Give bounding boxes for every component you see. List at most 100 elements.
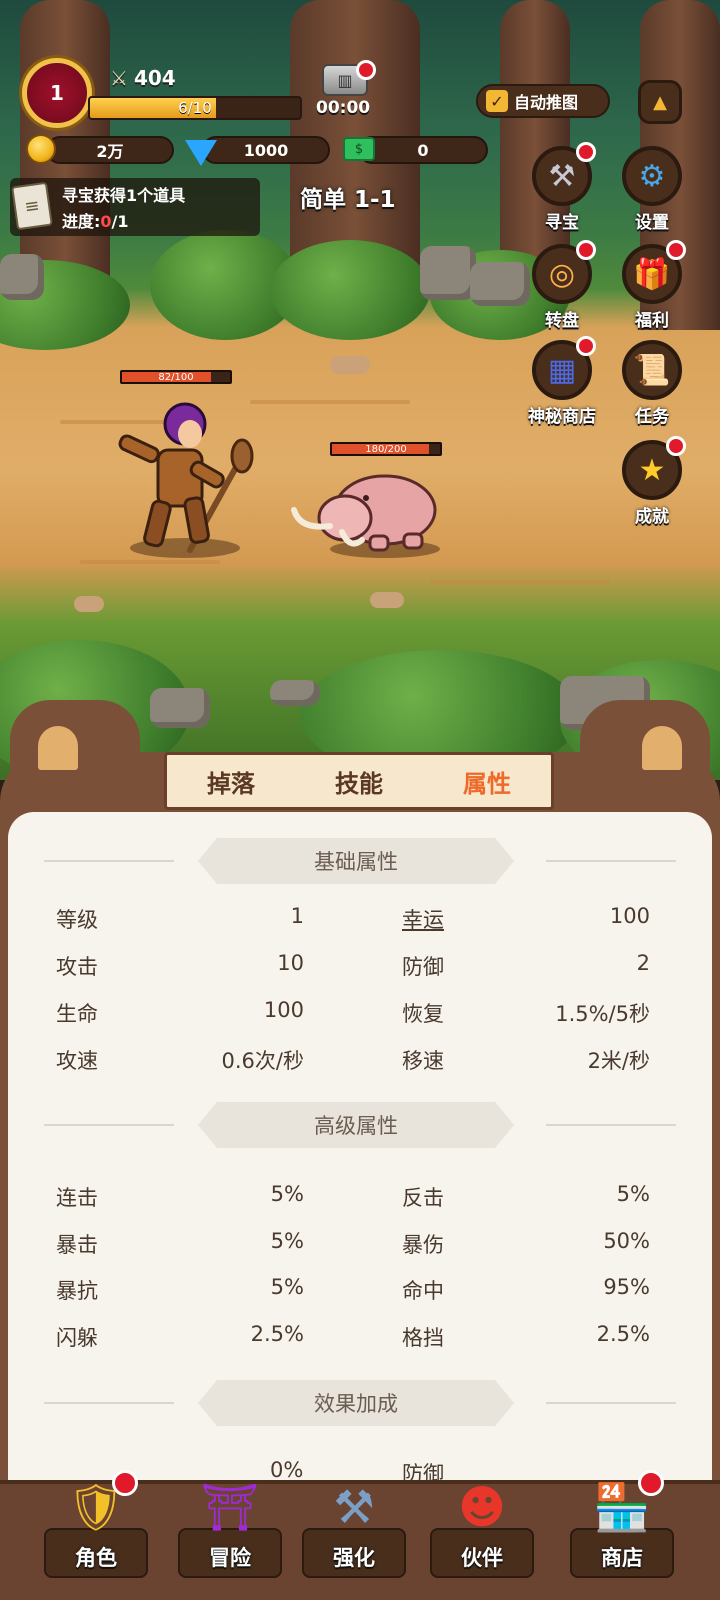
quest-progress-current: 0	[100, 212, 112, 231]
side-button-label: 神秘商店	[528, 407, 596, 427]
stat-name: 生命	[56, 1002, 98, 1026]
section-header-bonus: 效果加成	[8, 1380, 712, 1426]
side-button-settings[interactable]: ⚙ 设置	[614, 146, 690, 233]
notification-dot	[576, 336, 596, 356]
gold-counter: 2万	[46, 136, 174, 164]
checkbox-checked-icon: ✓	[486, 90, 508, 112]
notification-dot	[576, 142, 596, 162]
stat-value: 2米/秒	[587, 1049, 650, 1073]
tab-skills[interactable]: 技能	[295, 764, 423, 799]
path-crack	[250, 400, 410, 404]
auto-push-toggle[interactable]: ✓ 自动推图	[476, 84, 610, 118]
combat-power-value: 404	[133, 66, 176, 90]
rock	[420, 246, 476, 300]
path-crack	[430, 580, 610, 584]
hero-hp-bar: 82/100	[120, 370, 232, 384]
stat-value: 5%	[270, 1275, 304, 1299]
tab-attributes[interactable]: 属性	[423, 764, 551, 799]
triangle-up-icon: ▲	[653, 91, 667, 113]
stat-value: 50%	[603, 1229, 650, 1253]
stat-value: 1	[290, 904, 304, 928]
stat-value: 2	[636, 951, 650, 975]
side-button-tasks[interactable]: 📜 任务	[614, 340, 690, 427]
path-crack	[80, 560, 220, 564]
side-button-label: 任务	[635, 407, 669, 427]
notification-dot	[666, 240, 686, 260]
nav-label: 角色	[75, 1546, 117, 1570]
chest-icon: ▥	[337, 70, 353, 90]
cash-counter: 0	[358, 136, 488, 164]
stat-name: 暴抗	[56, 1279, 98, 1303]
stat-value: 100	[263, 998, 304, 1022]
stat-name: 恢复	[402, 1002, 444, 1026]
nav-adventure[interactable]: ⛩ 冒险	[178, 1474, 282, 1586]
stat-name: 闪躲	[56, 1326, 98, 1350]
stat-value: 100	[609, 904, 650, 928]
player-level: 1	[50, 81, 64, 105]
nav-companion[interactable]: ☻ 伙伴	[430, 1474, 534, 1586]
stat-value: 5%	[270, 1182, 304, 1206]
path-stone	[74, 596, 104, 612]
collapse-menu-button[interactable]: ▲	[638, 80, 682, 124]
attributes-panel[interactable]: 基础属性 等级 1 幸运 100 攻击 10 防御 2 生命 100 恢复 1.…	[8, 812, 712, 1512]
tab-drops[interactable]: 掉落	[167, 764, 295, 799]
side-button-label: 寻宝	[545, 213, 579, 233]
side-button-achievements[interactable]: ★ 成就	[614, 436, 690, 527]
player-level-badge[interactable]: 1	[22, 58, 92, 128]
diamond-counter: 1000	[202, 136, 330, 164]
side-button-label: 福利	[635, 311, 669, 331]
section-title: 高级属性	[198, 1102, 514, 1148]
nav-character[interactable]: 🛡 角色	[44, 1470, 148, 1586]
stat-name: 攻击	[56, 955, 98, 979]
quest-progress: 进度:0/1	[62, 208, 129, 232]
quest-progress-label: 进度:	[62, 212, 101, 231]
gold-value: 2万	[96, 142, 124, 161]
combat-power: ⚔ 404	[110, 66, 176, 90]
scroll-icon: 📜	[622, 340, 682, 400]
side-button-wheel[interactable]: ◎ 转盘	[524, 240, 600, 331]
quest-tracker[interactable]: ≡ 寻宝获得1个道具 进度:0/1	[10, 178, 260, 236]
crossed-swords-icon: ⚔	[110, 66, 128, 90]
companion-icon: ☻	[458, 1480, 506, 1534]
stat-name: 连击	[56, 1186, 98, 1210]
side-button-welfare[interactable]: 🎁 福利	[614, 240, 690, 331]
stat-name: 命中	[402, 1279, 444, 1303]
hero-hp-text: 82/100	[158, 371, 194, 383]
stat-name-luck[interactable]: 幸运	[402, 904, 444, 934]
gear-icon: ⚙	[622, 146, 682, 206]
bush	[270, 240, 430, 340]
notification-dot	[112, 1470, 138, 1496]
side-button-label: 设置	[635, 213, 669, 233]
side-button-label: 转盘	[545, 311, 579, 331]
notification-dot	[356, 60, 376, 80]
diamond-icon	[184, 134, 218, 172]
enemy-hp-text: 180/200	[365, 443, 407, 455]
stage-label: 简单 1-1	[300, 187, 396, 213]
stat-value: 95%	[603, 1275, 650, 1299]
enemy-mole-creature	[291, 474, 437, 552]
nav-label: 冒险	[209, 1546, 251, 1570]
rock	[0, 254, 44, 300]
portal-icon: ⛩	[200, 1479, 260, 1534]
cash-icon: $	[342, 130, 376, 168]
side-button-mystery-shop[interactable]: ▦ 神秘商店	[514, 336, 610, 427]
auto-push-label: 自动推图	[514, 93, 579, 112]
stat-name: 移速	[402, 1049, 444, 1073]
stat-value: 0.6次/秒	[221, 1049, 304, 1073]
section-title: 效果加成	[198, 1380, 514, 1426]
nav-label: 商店	[601, 1546, 643, 1570]
enemy-hp-bar: 180/200	[330, 442, 442, 456]
side-button-treasure[interactable]: ⚒ 寻宝	[524, 142, 600, 233]
path-stone	[370, 592, 404, 608]
stat-name: 防御	[402, 955, 444, 979]
section-header-advanced: 高级属性	[8, 1102, 712, 1148]
nav-shop[interactable]: 🏪 商店	[570, 1470, 674, 1586]
stat-value: 5%	[616, 1182, 650, 1206]
notification-dot	[638, 1470, 664, 1496]
stat-value: 1.5%/5秒	[555, 1002, 650, 1026]
path-stone	[330, 356, 370, 374]
nav-enhance[interactable]: ⚒ 强化	[302, 1474, 406, 1586]
anvil-icon: ⚒	[333, 1480, 375, 1534]
diamond-value: 1000	[243, 140, 289, 160]
stat-value: 5%	[270, 1229, 304, 1253]
